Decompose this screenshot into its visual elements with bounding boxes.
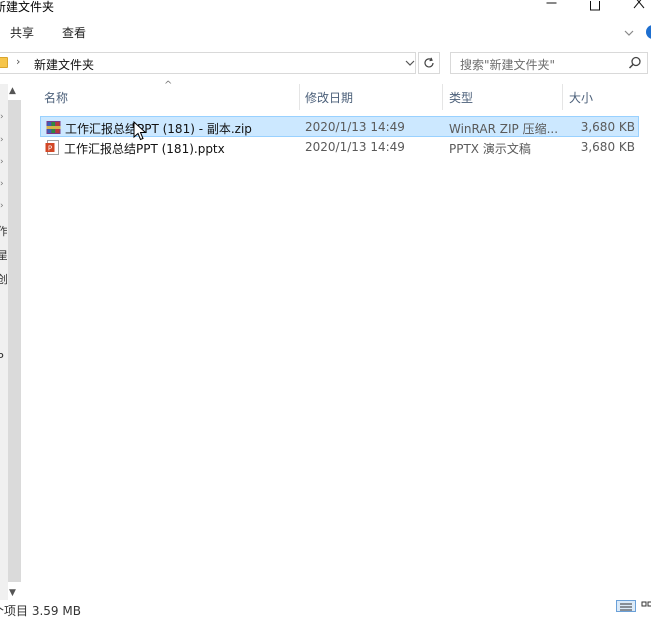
breadcrumb-current-folder[interactable]: 新建文件夹 — [34, 56, 94, 73]
column-header-type[interactable]: 类型 — [449, 89, 473, 109]
file-name[interactable]: 工作汇报总结PPT (181) - 副本.zip — [65, 120, 252, 137]
file-row-selected[interactable]: 工作汇报总结PPT (181) - 副本.zip 2020/1/13 14:49… — [40, 116, 639, 137]
mouse-cursor-icon — [133, 120, 147, 141]
details-view-button[interactable] — [616, 600, 636, 612]
column-header-name[interactable]: 名称 — [44, 89, 68, 109]
nav-expand-icon[interactable]: › — [0, 157, 6, 167]
column-divider[interactable] — [562, 84, 563, 110]
refresh-icon — [424, 57, 434, 68]
nav-scroll-down-icon[interactable]: ▼ — [9, 588, 19, 598]
help-icon[interactable] — [646, 25, 651, 39]
pptx-icon: P — [45, 140, 60, 155]
file-type: WinRAR ZIP 压缩... — [449, 122, 559, 136]
nav-expand-icon[interactable]: › — [0, 201, 6, 211]
window-title: 新建文件夹 — [0, 0, 55, 14]
tab-view[interactable]: 查看 — [62, 24, 86, 42]
file-row[interactable]: P 工作汇报总结PPT (181).pptx 2020/1/13 14:49 P… — [40, 137, 639, 158]
minimize-button[interactable] — [528, 0, 574, 12]
search-icon[interactable] — [628, 56, 642, 70]
nav-scrollbar-thumb[interactable] — [8, 100, 21, 582]
refresh-button[interactable] — [418, 52, 440, 74]
address-history-dropdown[interactable] — [404, 57, 416, 69]
file-size: 3,680 KB — [580, 120, 635, 134]
file-size: 3,680 KB — [580, 140, 635, 154]
winrar-zip-icon — [46, 120, 61, 135]
tab-share[interactable]: 共享 — [10, 24, 34, 42]
chevron-down-icon — [405, 60, 415, 66]
nav-expand-icon[interactable]: › — [0, 135, 6, 145]
maximize-icon — [589, 0, 600, 10]
minimize-icon — [546, 2, 556, 3]
column-header-date[interactable]: 修改日期 — [305, 89, 353, 109]
close-icon — [633, 0, 645, 9]
large-icons-view-icon — [641, 601, 651, 607]
file-name[interactable]: 工作汇报总结PPT (181).pptx — [64, 140, 225, 157]
nav-item-label[interactable]: P — [0, 351, 7, 364]
sort-ascending-icon: ^ — [164, 80, 173, 91]
nav-item-label[interactable]: 星 — [0, 247, 7, 263]
breadcrumb-arrow-icon[interactable]: › — [16, 55, 20, 68]
folder-icon — [0, 57, 8, 68]
maximize-button[interactable] — [572, 0, 618, 12]
close-button[interactable] — [616, 0, 651, 12]
svg-text:P: P — [48, 145, 52, 153]
ribbon-expand-button[interactable] — [622, 26, 636, 40]
column-divider[interactable] — [299, 84, 300, 110]
large-icons-view-button[interactable] — [640, 600, 651, 612]
column-header-size[interactable]: 大小 — [569, 89, 593, 109]
nav-expand-icon[interactable]: › — [0, 112, 6, 122]
file-date: 2020/1/13 14:49 — [305, 140, 405, 154]
search-input[interactable]: 搜索"新建文件夹" — [460, 56, 555, 73]
chevron-down-icon — [624, 30, 634, 36]
file-type: PPTX 演示文稿 — [449, 142, 531, 156]
column-divider[interactable] — [442, 84, 443, 110]
nav-scroll-up-icon[interactable]: ▲ — [9, 86, 19, 96]
file-date: 2020/1/13 14:49 — [305, 120, 405, 134]
nav-expand-icon[interactable]: › — [0, 179, 6, 189]
nav-item-label[interactable]: 创 — [0, 271, 7, 287]
nav-item-label[interactable]: 作 — [0, 223, 7, 239]
